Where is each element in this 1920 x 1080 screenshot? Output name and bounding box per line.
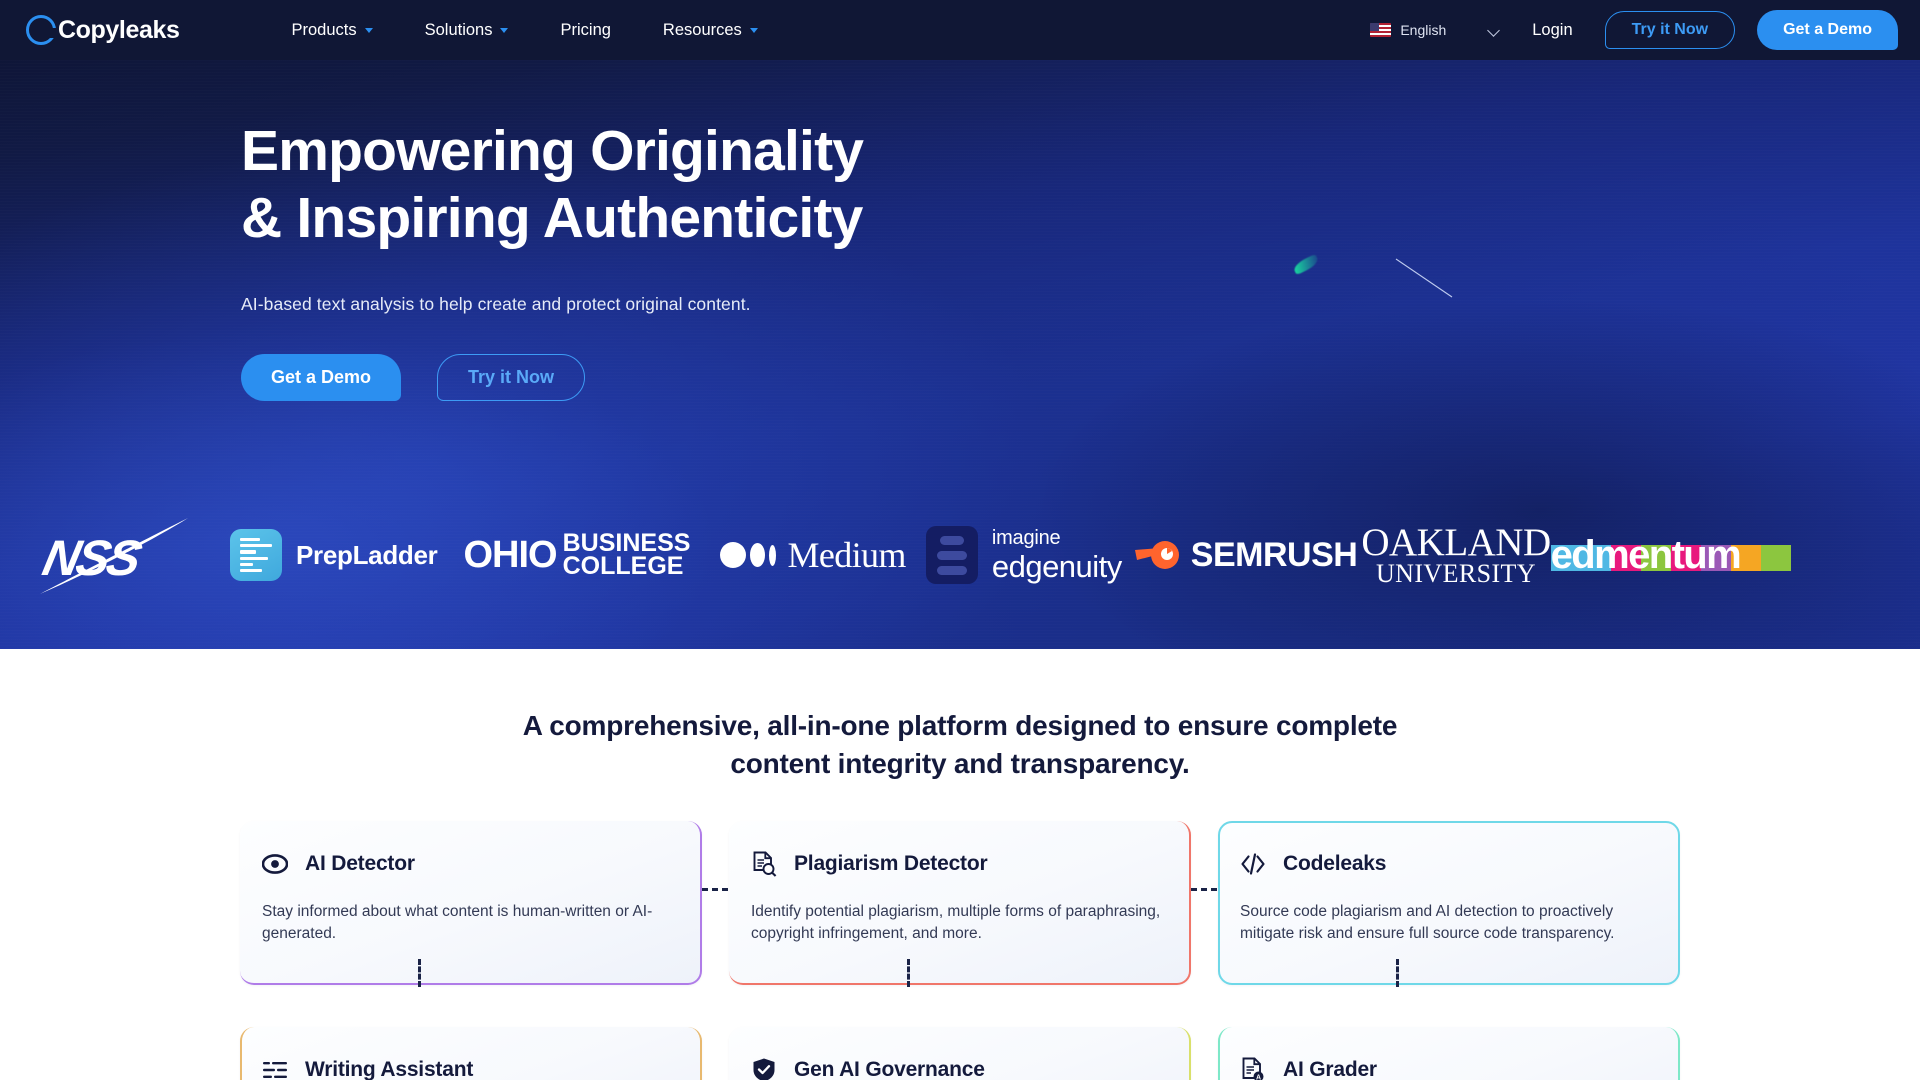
section-heading-line-1: A comprehensive, all-in-one platform des… [522, 710, 1398, 741]
feature-card-codeleaks[interactable]: Codeleaks Source code plagiarism and AI … [1218, 821, 1680, 986]
try-it-now-button-hero[interactable]: Try it Now [437, 354, 586, 402]
card-header: Codeleaks [1240, 851, 1656, 877]
connector-dash-h-2 [1191, 888, 1217, 892]
feature-card-writing-assistant[interactable]: Writing Assistant [240, 1027, 702, 1080]
copyleaks-circle-logo-icon [26, 15, 56, 45]
us-flag-icon [1370, 23, 1392, 37]
card-title: Plagiarism Detector [794, 852, 988, 876]
feature-card-ai-grader[interactable]: A AI Grader [1218, 1027, 1680, 1080]
imagine-edgenuity-logo-icon [925, 526, 978, 584]
nav-item-products[interactable]: Products [265, 21, 398, 40]
hero-section: Copyleaks Products Solutions Pricing Res… [0, 0, 1920, 649]
card-description: Identify potential plagiarism, multiple … [751, 903, 1161, 943]
chevron-down-icon [1487, 23, 1501, 37]
nav-item-resources-label: Resources [662, 20, 742, 39]
get-a-demo-button-nav[interactable]: Get a Demo [1757, 10, 1898, 50]
logo-ohio-sublabels: BUSINESS COLLEGE [562, 531, 691, 580]
hero-subtitle: AI-based text analysis to help create an… [241, 294, 751, 315]
logo-oakland-line-1: OAKLAND [1361, 520, 1551, 564]
svg-text:A: A [1256, 1075, 1261, 1080]
connector-dash-v-1 [418, 959, 421, 988]
logo-edmentum-label: edmentum [1550, 532, 1742, 577]
logo-nss: NSS [38, 510, 188, 600]
logo-prepladder-label: PrepLadder [296, 539, 438, 570]
logo-edmentum: edmentum [1550, 532, 1791, 578]
logo-ohio-label: OHIO [463, 533, 558, 576]
logo-edgenuity-big-label: edgenuity [991, 549, 1122, 584]
nav-item-pricing[interactable]: Pricing [534, 21, 636, 40]
top-navbar: Copyleaks Products Solutions Pricing Res… [0, 0, 1920, 60]
hero-cta-group: Get a Demo Try it Now [241, 354, 1920, 402]
logo-ohio-business-college: OHIO BUSINESS COLLEGE [463, 531, 691, 580]
language-label: English [1400, 22, 1447, 38]
section-heading-line-2: content integrity and transparency. [730, 748, 1190, 780]
logo-prepladder: PrepLadder [230, 529, 438, 581]
document-grade-icon: A [1242, 1057, 1264, 1080]
document-search-icon [753, 851, 777, 877]
hero-title-line-1: Empowering Originality [241, 119, 864, 183]
login-link[interactable]: Login [1532, 21, 1572, 40]
partner-logo-strip: NSS PrepLadder OHIO BUSINESS COLLEGE Med… [0, 505, 1920, 605]
nav-item-solutions-label: Solutions [424, 20, 493, 39]
code-brackets-icon [1241, 853, 1265, 875]
brand-logo[interactable]: Copyleaks [26, 15, 180, 45]
logo-semrush: SEMRUSH [1134, 536, 1358, 575]
language-selector[interactable]: English [1370, 22, 1501, 38]
chevron-down-icon [500, 27, 509, 33]
feature-card-ai-detector[interactable]: AI Detector Stay informed about what con… [240, 821, 702, 986]
card-title: Codeleaks [1283, 852, 1387, 876]
try-it-now-button-nav[interactable]: Try it Now [1604, 11, 1736, 49]
hero-title-line-2: & Inspiring Authenticity [241, 185, 863, 250]
connector-dash-v-2 [907, 959, 910, 988]
semrush-logo-icon [1134, 541, 1179, 569]
card-header: Gen AI Governance [751, 1057, 1167, 1080]
nav-item-solutions[interactable]: Solutions [399, 21, 535, 40]
eye-icon [262, 854, 288, 875]
nav-item-pricing-label: Pricing [560, 20, 611, 39]
logo-oakland-university: OAKLAND UNIVERSITY [1361, 520, 1551, 588]
card-title: Writing Assistant [305, 1058, 474, 1080]
card-header: AI Detector [262, 851, 678, 877]
feature-card-gen-ai-governance[interactable]: Gen AI Governance [729, 1027, 1191, 1080]
card-title: Gen AI Governance [794, 1058, 985, 1080]
chevron-down-icon [364, 27, 373, 33]
connector-dash-h-1 [702, 888, 728, 892]
logo-medium: Medium [720, 534, 906, 576]
section-heading: A comprehensive, all-in-one platform des… [0, 649, 1920, 783]
logo-semrush-label: SEMRUSH [1190, 535, 1358, 574]
nav-item-products-label: Products [291, 20, 357, 39]
hero-content: Empowering Originality & Inspiring Authe… [0, 60, 1920, 402]
connector-dash-v-3 [1396, 959, 1399, 988]
hero-title: Empowering Originality & Inspiring Authe… [241, 118, 1920, 251]
text-lines-icon [263, 1062, 287, 1079]
card-description: Source code plagiarism and AI detection … [1240, 903, 1615, 943]
prepladder-logo-icon [230, 529, 282, 581]
logo-nss-label: NSS [38, 530, 144, 586]
card-header: Writing Assistant [262, 1057, 678, 1080]
feature-card-grid: AI Detector Stay informed about what con… [240, 783, 1680, 1080]
logo-edgenuity-labels: imagine edgenuity [992, 528, 1122, 582]
nav-item-resources[interactable]: Resources [637, 21, 784, 40]
logo-ohio-line-2: COLLEGE [562, 552, 684, 580]
card-title: AI Grader [1283, 1058, 1377, 1080]
logo-medium-label: Medium [787, 535, 906, 575]
feature-card-plagiarism-detector[interactable]: Plagiarism Detector Identify potential p… [729, 821, 1191, 986]
chevron-down-icon [749, 27, 758, 33]
card-title: AI Detector [305, 852, 415, 876]
features-section: A comprehensive, all-in-one platform des… [0, 649, 1920, 1080]
nav-right-group: English Login Try it Now Get a Demo [1370, 10, 1898, 50]
card-description: Stay informed about what content is huma… [262, 903, 653, 943]
logo-imagine-edgenuity: imagine edgenuity [925, 526, 1122, 584]
card-header: A AI Grader [1240, 1057, 1656, 1080]
primary-nav: Products Solutions Pricing Resources [265, 21, 783, 40]
shield-check-icon [753, 1058, 775, 1080]
medium-logo-icon [720, 542, 777, 568]
logo-oakland-line-2: UNIVERSITY [1375, 558, 1536, 588]
card-header: Plagiarism Detector [751, 851, 1167, 877]
get-a-demo-button-hero[interactable]: Get a Demo [241, 354, 402, 402]
logo-edgenuity-small-label: imagine [991, 527, 1061, 549]
